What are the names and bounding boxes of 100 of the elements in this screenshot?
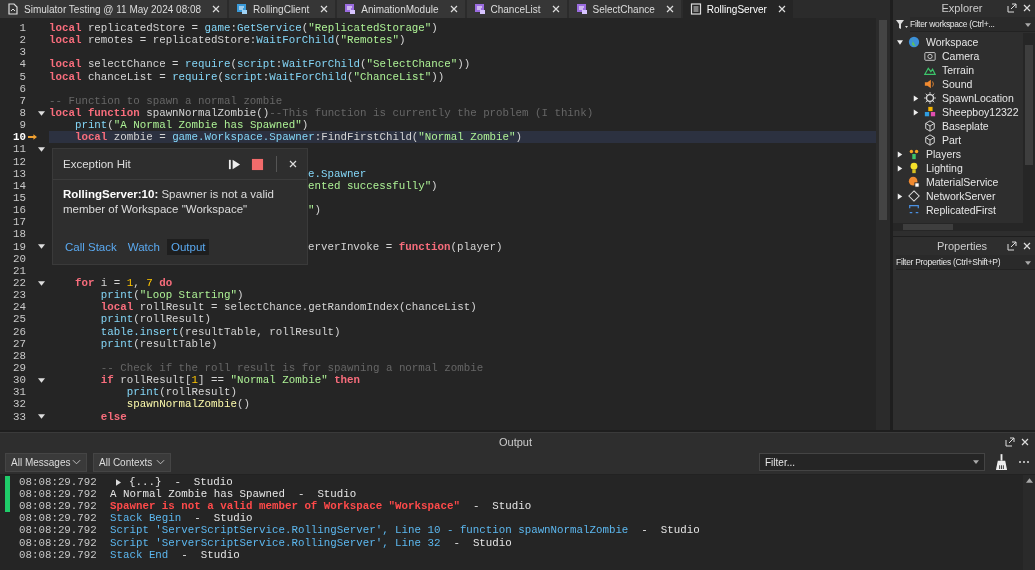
fold-icon[interactable] <box>38 110 45 116</box>
editor-tab[interactable]: RollingClient <box>229 0 336 18</box>
close-icon[interactable] <box>777 5 786 13</box>
fold-icon[interactable] <box>38 244 45 250</box>
line-number: 25 <box>12 313 26 326</box>
tree-item[interactable]: ReplicatedFirst <box>926 204 997 216</box>
expand-arrow-icon[interactable] <box>897 192 903 200</box>
code-line: print("Loop Starting") <box>99 289 244 302</box>
players-icon <box>908 148 920 160</box>
code-line: e.Spawner <box>308 167 367 180</box>
code-line: -- Check if the roll result is for spawning a normal zombie <box>99 362 484 374</box>
dropdown-icon[interactable] <box>973 460 979 464</box>
code-line: if rollResult[1] == "Normal Zombie" then <box>99 374 361 387</box>
line-number: 18 <box>12 228 26 241</box>
popup-link[interactable]: Output <box>166 239 210 255</box>
line-number: 13 <box>12 167 26 180</box>
line-number: 33 <box>12 410 26 423</box>
close-icon[interactable] <box>289 160 297 168</box>
close-icon[interactable] <box>1021 437 1029 446</box>
fold-icon[interactable] <box>38 280 45 286</box>
pop-out-icon[interactable] <box>1005 436 1015 447</box>
broom-icon[interactable] <box>995 453 1008 471</box>
line-number: 30 <box>12 374 26 387</box>
filter-icon[interactable] <box>896 19 908 30</box>
code-line: ented successfully") <box>308 179 438 192</box>
expand-arrow-icon[interactable] <box>913 108 919 116</box>
code-line: local chanceList = require(script:WaitForChild("ChanceList")) <box>49 70 445 83</box>
line-number: 11 <box>12 143 26 156</box>
message-time: 08:08:29.792 <box>19 548 98 561</box>
tree-item[interactable]: Camera <box>942 50 980 62</box>
tree-item[interactable]: SpawnLocation <box>942 92 1014 104</box>
filter-field[interactable]: Filter... <box>759 453 985 471</box>
line-number: 26 <box>12 325 26 338</box>
editor-tab[interactable]: ChanceList <box>466 0 567 18</box>
tree-item[interactable]: Sound <box>942 78 973 90</box>
popup-link[interactable]: Watch <box>123 239 164 255</box>
fold-icon[interactable] <box>38 414 45 420</box>
popup-link[interactable]: Call Stack <box>61 239 121 255</box>
stop-icon[interactable] <box>251 157 264 171</box>
chevron-icon <box>156 459 165 465</box>
filter-field[interactable]: Filter workspace (Ctrl+... <box>910 17 1035 32</box>
pop-out-icon[interactable] <box>1007 240 1017 251</box>
fold-icon[interactable] <box>38 377 45 383</box>
message-time: 08:08:29.792 <box>19 524 98 537</box>
tree-item[interactable]: Sheepboy12322 <box>942 106 1019 118</box>
tree-item[interactable]: Lighting <box>926 162 963 174</box>
tree-item[interactable]: Players <box>926 148 961 160</box>
expand-arrow-icon[interactable] <box>897 150 903 158</box>
scrollbar-thumb[interactable] <box>903 224 953 230</box>
close-icon[interactable] <box>1023 4 1031 12</box>
close-icon[interactable] <box>212 5 221 13</box>
editor-tab[interactable]: AnimationModule <box>337 0 465 18</box>
pop-out-icon[interactable] <box>1007 3 1017 13</box>
tree-item[interactable]: Terrain <box>942 64 975 76</box>
tree-item[interactable]: Workspace <box>926 36 979 48</box>
code-line: local remotes = replicatedStore:WaitForChild("Remotes") <box>49 34 406 47</box>
message-text: Stack End <box>110 548 169 561</box>
line-number: 1 <box>18 22 26 35</box>
close-icon[interactable] <box>551 5 560 13</box>
resume-icon[interactable] <box>228 157 241 171</box>
tree-item[interactable]: MaterialService <box>926 176 999 188</box>
editor-tab[interactable]: SelectChance <box>568 0 681 18</box>
more-icon[interactable] <box>1018 460 1030 464</box>
scroll-up-icon[interactable] <box>1025 478 1033 483</box>
code-line: local replicatedStore = game:GetService("ReplicatedStorage") <box>49 22 438 35</box>
context-filter-dropdown[interactable]: All Contexts <box>93 452 171 472</box>
lighting-icon <box>908 162 920 174</box>
chevron-icon <box>72 459 81 465</box>
close-icon[interactable] <box>449 5 458 13</box>
message-source: - Studio <box>174 476 233 489</box>
editor-tab[interactable]: RollingServer <box>682 0 793 18</box>
filter-field[interactable]: Filter Properties (Ctrl+Shift+P) <box>896 255 1035 270</box>
message-filter-dropdown[interactable]: All Messages <box>5 452 87 472</box>
line-number: 7 <box>18 94 26 107</box>
module-icon <box>473 3 486 15</box>
script-icon <box>689 3 702 15</box>
close-icon[interactable] <box>1023 241 1031 250</box>
tree-item[interactable]: Part <box>942 134 962 146</box>
close-icon[interactable] <box>665 5 674 13</box>
fold-icon[interactable] <box>38 146 45 152</box>
line-number: 21 <box>12 264 26 277</box>
close-icon[interactable] <box>320 5 329 13</box>
module-icon <box>575 3 588 15</box>
expand-arrow-icon[interactable] <box>896 39 904 45</box>
line-number: 15 <box>12 192 26 205</box>
line-number: 5 <box>18 70 26 83</box>
document-icon <box>7 3 19 15</box>
message-time: 08:08:29.792 <box>19 512 98 525</box>
scrollbar-thumb[interactable] <box>1025 45 1033 165</box>
expand-arrow-icon[interactable] <box>116 478 121 486</box>
message-time: 08:08:29.792 <box>19 488 98 501</box>
line-number: 3 <box>18 46 26 59</box>
tree-item[interactable]: NetworkServer <box>926 190 996 202</box>
scrollbar-thumb[interactable] <box>879 20 887 220</box>
expand-arrow-icon[interactable] <box>897 164 903 172</box>
editor-tab[interactable]: Simulator Testing @ 11 May 2024 08:08 <box>0 0 228 18</box>
network-icon <box>908 190 920 202</box>
tree-item[interactable]: Baseplate <box>942 120 989 132</box>
message-time: 08:08:29.792 <box>19 536 98 549</box>
expand-arrow-icon[interactable] <box>913 94 919 102</box>
